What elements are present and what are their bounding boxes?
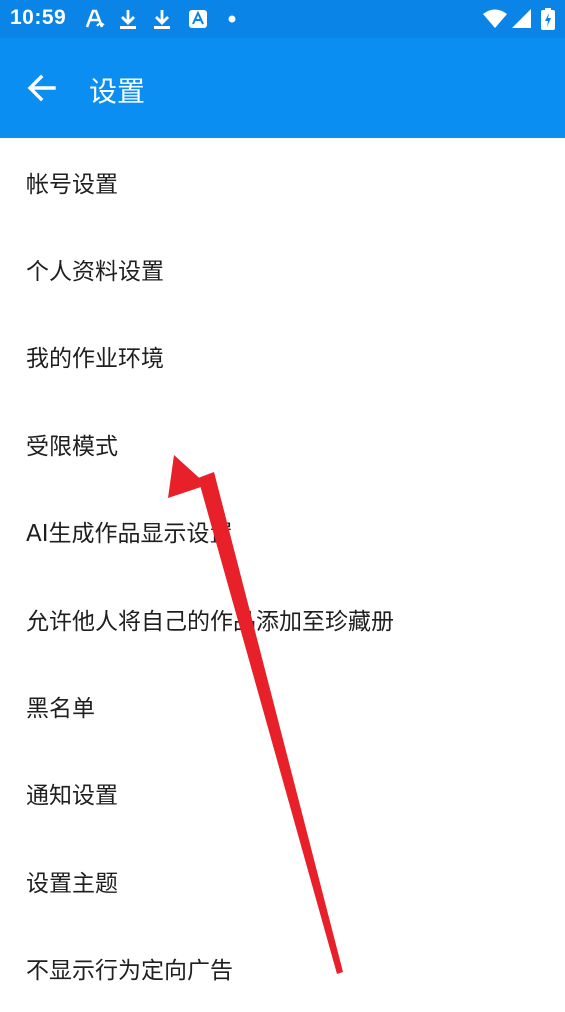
settings-item-label: 个人资料设置 [26, 259, 164, 286]
back-button[interactable] [20, 68, 66, 108]
settings-item-label: 我的作业环境 [26, 346, 164, 373]
download-icon [154, 10, 170, 29]
arrow-left-icon [27, 74, 56, 102]
text-notification-icon [85, 9, 105, 28]
wifi-icon [483, 9, 507, 28]
download-icon [120, 10, 136, 29]
settings-item-restricted-mode[interactable]: 受限模式 [0, 400, 565, 487]
settings-item-collection-permission[interactable]: 允许他人将自己的作品添加至珍藏册 [0, 575, 565, 662]
status-time: 10:59 [10, 6, 67, 29]
settings-item-label: AI生成作品显示设置 [26, 521, 233, 548]
settings-item-label: 设置主题 [26, 870, 118, 897]
settings-list: 帐号设置 个人资料设置 我的作业环境 受限模式 AI生成作品显示设置 允许他人将… [0, 138, 565, 1012]
settings-item-account[interactable]: 帐号设置 [0, 138, 565, 225]
settings-item-label: 黑名单 [26, 696, 95, 723]
settings-item-notifications[interactable]: 通知设置 [0, 750, 565, 837]
settings-item-theme[interactable]: 设置主题 [0, 837, 565, 924]
settings-item-label: 帐号设置 [26, 171, 118, 198]
settings-item-label: 允许他人将自己的作品添加至珍藏册 [26, 608, 394, 635]
settings-item-ai-works-display[interactable]: AI生成作品显示设置 [0, 488, 565, 575]
battery-charging-icon [541, 8, 555, 30]
app-notification-icon [189, 10, 207, 28]
settings-item-label: 不显示行为定向广告 [26, 958, 233, 985]
settings-item-label: 受限模式 [26, 433, 118, 460]
settings-item-blacklist[interactable]: 黑名单 [0, 662, 565, 749]
settings-item-targeted-ads[interactable]: 不显示行为定向广告 [0, 925, 565, 1012]
signal-icon [512, 9, 531, 28]
settings-item-label: 通知设置 [26, 783, 118, 810]
settings-item-profile[interactable]: 个人资料设置 [0, 225, 565, 312]
dot-icon [228, 15, 236, 23]
page-title: 设置 [89, 75, 146, 108]
status-bar: 10:59 [0, 0, 565, 38]
app-bar: 设置 [0, 38, 565, 138]
settings-item-work-environment[interactable]: 我的作业环境 [0, 313, 565, 400]
